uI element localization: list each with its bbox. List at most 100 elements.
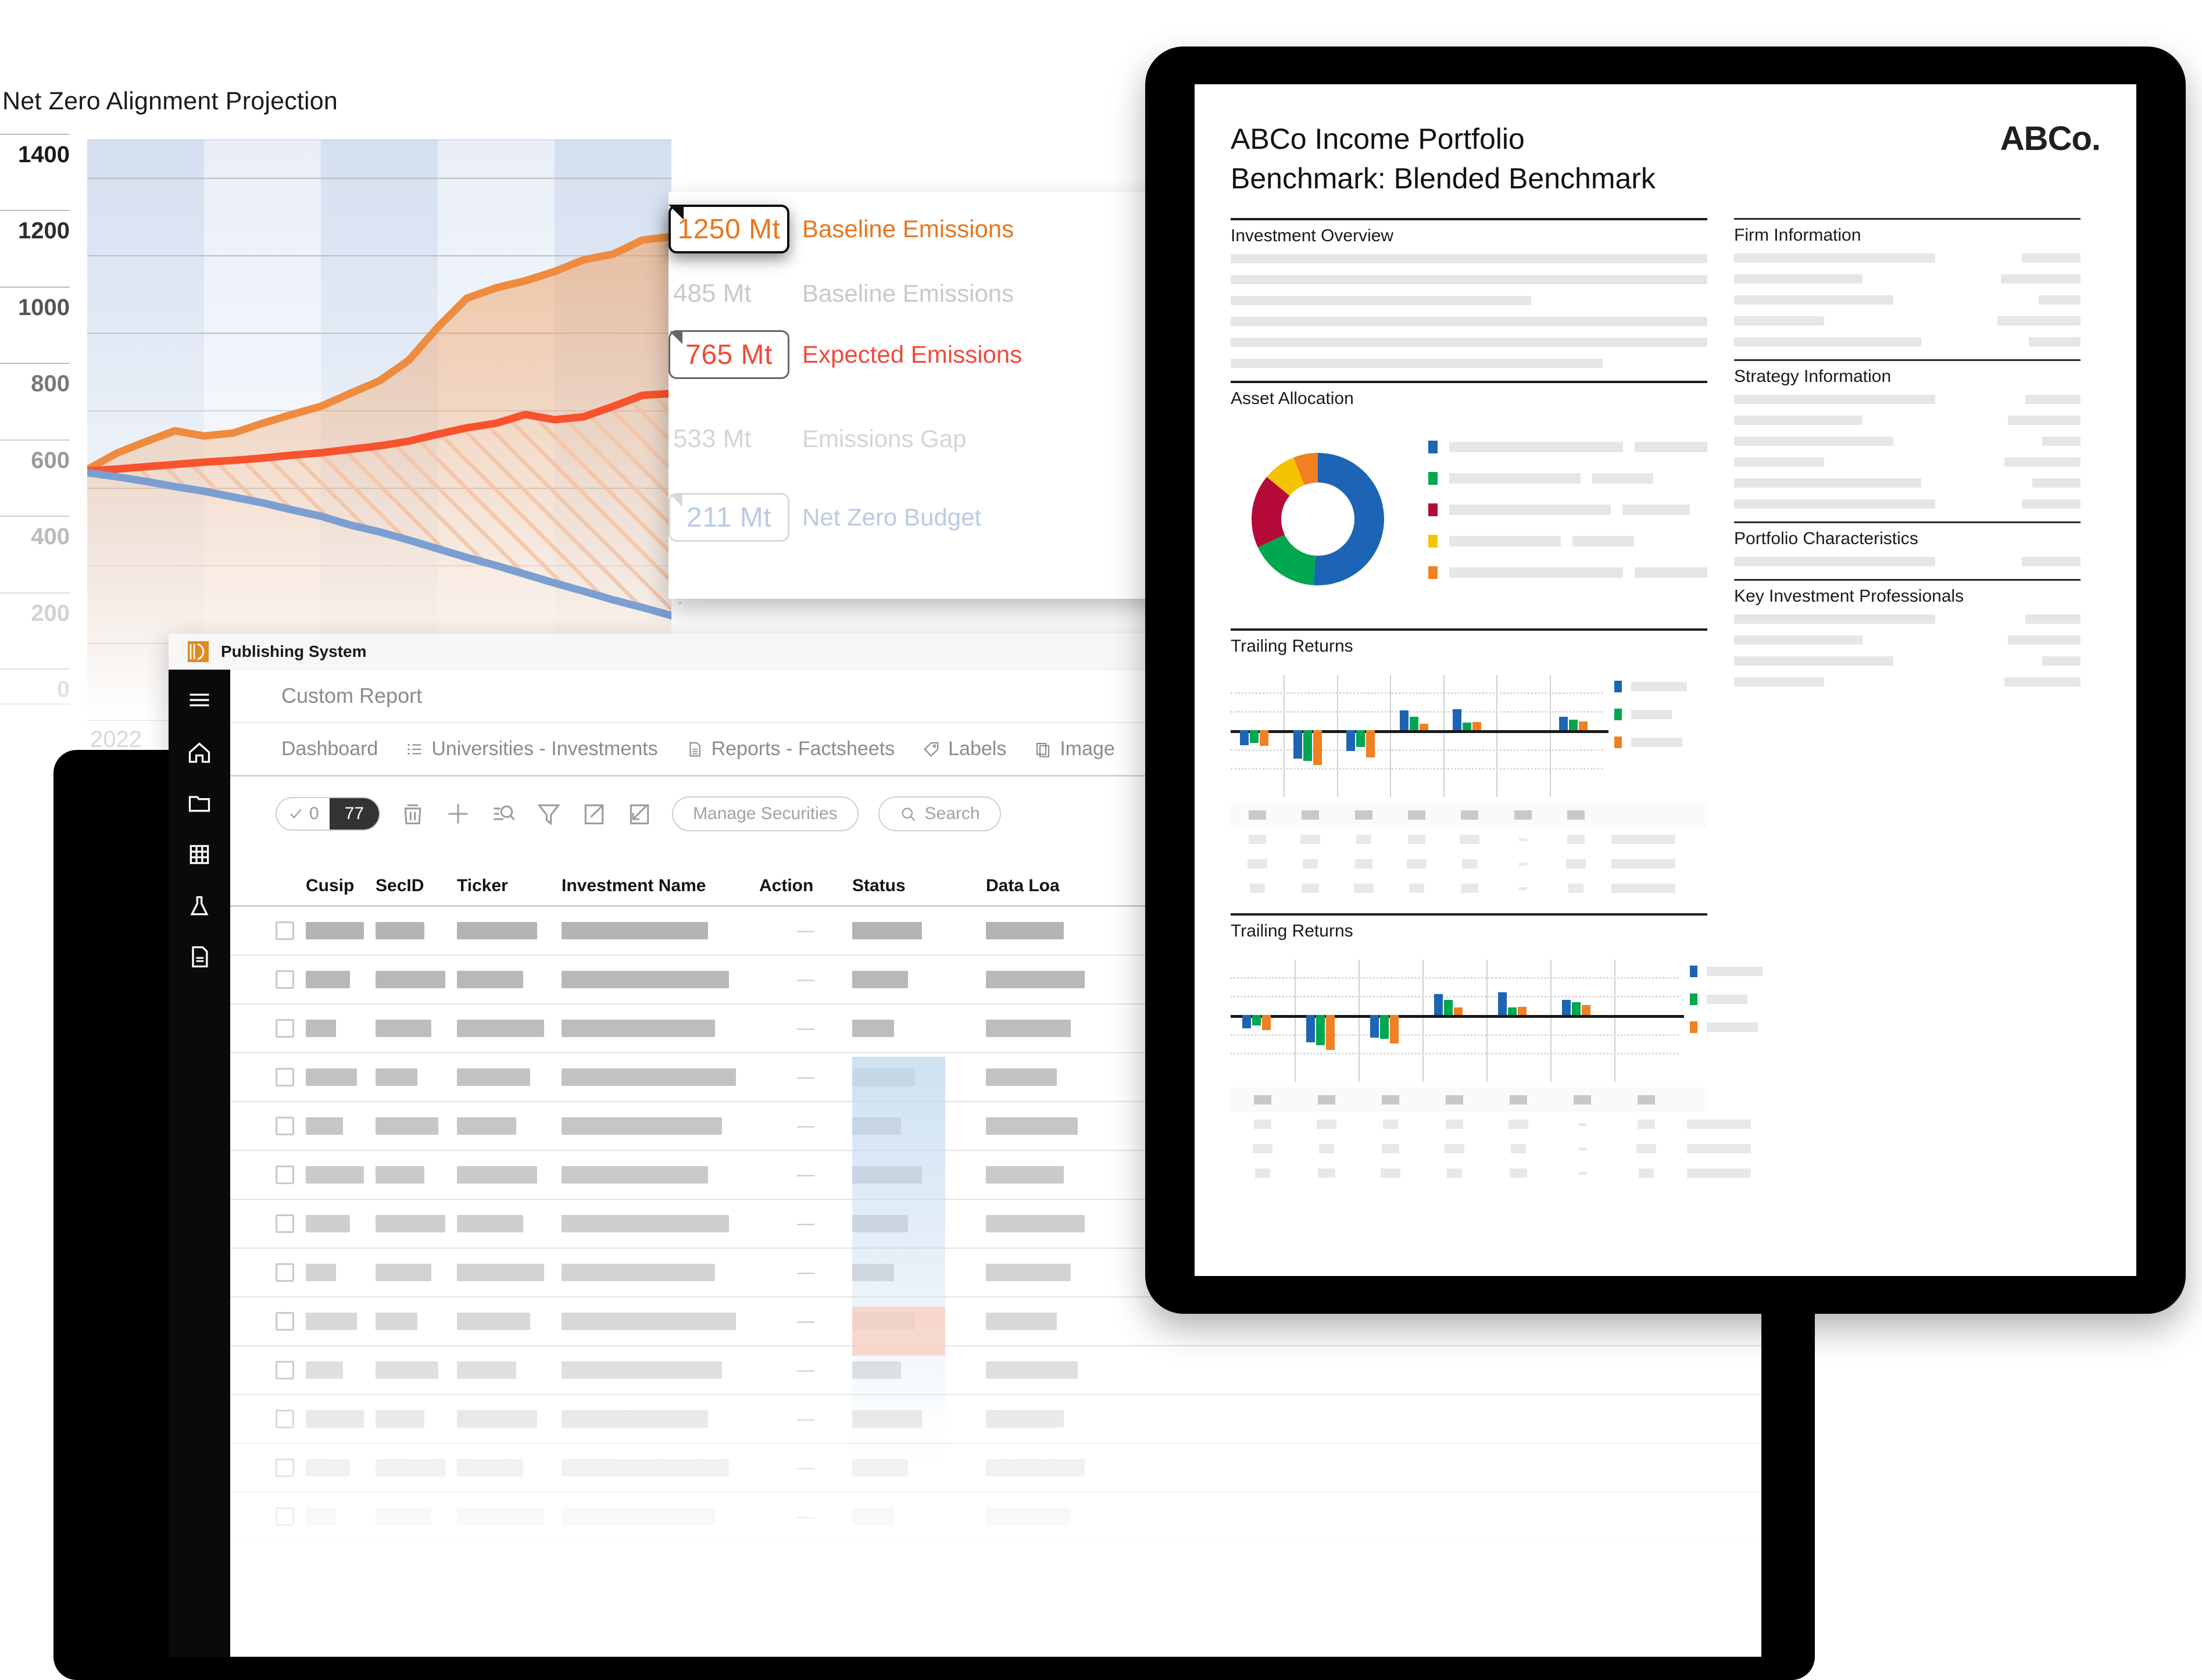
callout-expected-emissions[interactable]: 765 Mt Expected Emissions [669, 330, 1022, 379]
document-icon[interactable] [187, 944, 212, 970]
callout-baseline-emissions-secondary[interactable]: 485 Mt Baseline Emissions [669, 279, 1014, 308]
row-checkbox[interactable] [276, 1410, 294, 1428]
cell-placeholder [562, 1215, 729, 1232]
legend-swatch [1428, 535, 1438, 548]
legend-swatch [1690, 1021, 1697, 1033]
legend-label-placeholder [1707, 995, 1747, 1004]
table-row[interactable]: — [230, 1346, 1761, 1395]
abco-report-page: ABCo Income Portfolio Benchmark: Blended… [1195, 84, 2136, 1276]
row-checkbox-cell [276, 921, 306, 940]
cell-placeholder [852, 1068, 915, 1086]
y-axis-tick-label: 1400 [18, 142, 70, 167]
column-header-status[interactable]: Status [852, 876, 986, 896]
callout-emissions-gap[interactable]: 533 Mt Emissions Gap [669, 424, 966, 453]
table-cell [1422, 1095, 1486, 1104]
cell-placeholder [852, 922, 922, 939]
column-header-data-load[interactable]: Data Loa [986, 876, 1125, 896]
column-header-cusip[interactable]: Cusip [306, 876, 376, 896]
row-checkbox[interactable] [276, 1068, 294, 1086]
cell-placeholder [562, 1459, 729, 1477]
row-checkbox[interactable] [276, 921, 294, 940]
cell-cusip [306, 1459, 376, 1477]
table-cell [1603, 859, 1684, 868]
cell-placeholder [1247, 859, 1267, 868]
row-checkbox[interactable] [276, 970, 294, 989]
column-header-investment-name[interactable]: Investment Name [562, 876, 759, 896]
bar [1561, 1000, 1571, 1015]
add-icon[interactable] [445, 801, 471, 827]
cell-cusip [306, 922, 376, 939]
cell-placeholder [986, 1508, 1071, 1525]
table-row[interactable]: — [230, 1493, 1761, 1542]
tab-image[interactable]: Image [1034, 738, 1115, 760]
cell-cusip [306, 1117, 376, 1135]
filter-icon[interactable] [536, 801, 562, 827]
table-cell [1337, 859, 1390, 868]
search-list-icon[interactable] [491, 801, 516, 827]
table-cell [1284, 810, 1336, 820]
table-cell [1550, 1147, 1614, 1150]
cell-placeholder [562, 1020, 715, 1037]
kv-key [1734, 253, 1935, 263]
table-row [1231, 876, 1707, 900]
menu-icon[interactable] [187, 688, 212, 714]
row-checkbox[interactable] [276, 1459, 294, 1477]
legend-label-placeholder [1449, 442, 1624, 452]
bar [1571, 1002, 1581, 1015]
row-checkbox[interactable] [276, 1117, 294, 1135]
cell-placeholder [457, 1313, 530, 1330]
kv-value [2007, 416, 2081, 425]
column-header-ticker[interactable]: Ticker [457, 876, 562, 896]
callout-baseline-emissions-primary[interactable]: 1250 Mt Baseline Emissions [669, 205, 1014, 253]
home-icon[interactable] [187, 739, 212, 765]
cell-cusip [306, 1068, 376, 1086]
tab-reports-factsheets[interactable]: Reports - Factsheets [686, 738, 895, 760]
row-checkbox[interactable] [276, 1019, 294, 1038]
cell-placeholder [986, 1459, 1085, 1477]
cell-secid [376, 1313, 457, 1330]
table-cell [1337, 835, 1390, 844]
table-cell [1295, 1144, 1359, 1153]
table-row[interactable]: — [230, 1444, 1761, 1493]
row-checkbox[interactable] [276, 1166, 294, 1184]
kv-value [2007, 635, 2081, 645]
export-icon[interactable] [581, 801, 607, 827]
table-row[interactable]: — [230, 1395, 1761, 1444]
selection-count-pill[interactable]: 0 77 [276, 797, 381, 831]
column-header-action[interactable]: Action [759, 876, 852, 896]
cell-action: — [797, 1458, 814, 1477]
grid-icon[interactable] [187, 842, 212, 867]
tab-dashboard[interactable]: Dashboard [281, 738, 378, 760]
placeholder-line [1231, 296, 1531, 305]
row-checkbox[interactable] [276, 1312, 294, 1331]
table-cell [1486, 1144, 1550, 1153]
cell-data-load [986, 971, 1125, 988]
section-key-investment-professionals: Key Investment Professionals [1734, 579, 2081, 687]
legend-item [1428, 566, 1707, 579]
tab-labels[interactable]: Labels [923, 738, 1006, 760]
delete-icon[interactable] [400, 801, 426, 827]
callout-net-zero-budget[interactable]: 211 Mt Net Zero Budget [669, 493, 981, 542]
column-header-secid[interactable]: SecID [376, 876, 457, 896]
cell-placeholder [306, 1313, 357, 1330]
cell-cusip [306, 971, 376, 988]
row-checkbox[interactable] [276, 1263, 294, 1282]
search-input[interactable]: Search [878, 796, 1001, 831]
import-icon[interactable] [627, 801, 652, 827]
row-checkbox[interactable] [276, 1507, 294, 1526]
callout-label: Baseline Emissions [802, 215, 1014, 242]
tag-icon [924, 742, 939, 757]
cell-data-load [986, 1313, 1125, 1330]
folder-icon[interactable] [187, 791, 212, 816]
manage-securities-button[interactable]: Manage Securities [672, 796, 859, 831]
table-cell [1231, 1095, 1295, 1104]
tab-universities-investments[interactable]: Universities - Investments [406, 738, 658, 760]
row-checkbox[interactable] [276, 1214, 294, 1233]
table-cell [1231, 1120, 1295, 1129]
row-checkbox[interactable] [276, 1361, 294, 1379]
cell-placeholder [852, 1361, 901, 1379]
report-title-line-2: Benchmark: Blended Benchmark [1231, 162, 1656, 195]
cell-action: — [797, 1507, 814, 1526]
callout-label: Emissions Gap [802, 425, 967, 452]
flask-icon[interactable] [187, 893, 212, 918]
